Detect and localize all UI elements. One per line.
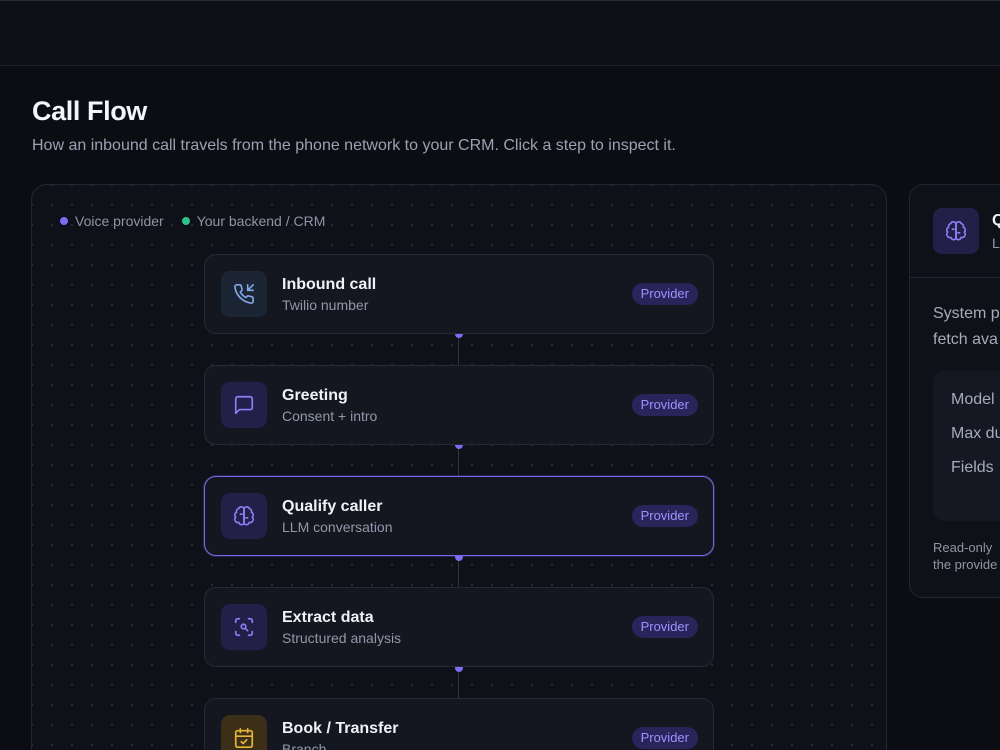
scan-search-icon <box>221 604 267 650</box>
flow-step-inbound-call[interactable]: Inbound call Twilio number Provider <box>204 254 714 334</box>
property-label: Fields <box>951 459 994 476</box>
inspector-note: Read-only the provide <box>933 539 997 573</box>
description-line: fetch ava <box>933 331 998 348</box>
flow-step-greeting[interactable]: Greeting Consent + intro Provider <box>204 365 714 445</box>
page-subtitle: How an inbound call travels from the pho… <box>32 137 676 154</box>
flow-canvas[interactable]: Voice provider Your backend / CRM Inboun… <box>31 184 887 750</box>
legend-item-backend: Your backend / CRM <box>181 213 326 229</box>
provider-badge: Provider <box>631 394 698 416</box>
inspector-description: System p fetch ava <box>933 301 1000 353</box>
step-subtitle: Branch <box>282 741 327 750</box>
step-subtitle: Consent + intro <box>282 408 378 424</box>
provider-badge: Provider <box>631 616 698 638</box>
provider-dot-icon <box>60 217 68 225</box>
property-label: Model <box>951 391 995 408</box>
step-title: Greeting <box>282 387 348 404</box>
top-bar <box>0 0 1000 66</box>
note-line: Read-only <box>933 540 993 555</box>
backend-dot-icon <box>181 217 190 225</box>
brain-icon <box>933 208 979 254</box>
connector-line <box>458 445 459 477</box>
step-title: Qualify caller <box>282 498 383 515</box>
step-title: Book / Transfer <box>282 720 399 737</box>
provider-badge: Provider <box>631 505 698 527</box>
inspector-properties: Model Max du Fields <box>933 371 1000 521</box>
provider-badge: Provider <box>631 283 698 305</box>
calendar-check-icon <box>221 715 267 750</box>
legend-item-provider: Voice provider <box>60 213 164 229</box>
inspector-panel: Q L System p fetch ava Model Max du Fiel… <box>909 184 1000 598</box>
brain-icon <box>221 493 267 539</box>
legend-label: Voice provider <box>75 213 164 229</box>
step-subtitle: LLM conversation <box>282 519 393 535</box>
message-square-icon <box>221 382 267 428</box>
page-title: Call Flow <box>32 96 147 126</box>
step-subtitle: Structured analysis <box>282 630 402 646</box>
description-line: System p <box>933 305 1000 322</box>
inspector-subtitle: L <box>992 235 1000 251</box>
property-label: Max du <box>951 425 1000 442</box>
note-line: the provide <box>933 557 998 572</box>
step-subtitle: Twilio number <box>282 297 369 313</box>
phone-incoming-icon <box>221 271 267 317</box>
inspector-header: Q L <box>910 185 1000 278</box>
inspector-title: Q <box>992 212 1000 230</box>
legend: Voice provider Your backend / CRM <box>60 213 325 229</box>
legend-label: Your backend / CRM <box>196 213 326 229</box>
connector-line <box>458 334 459 366</box>
flow-step-extract-data[interactable]: Extract data Structured analysis Provide… <box>204 587 714 667</box>
step-title: Extract data <box>282 609 374 626</box>
flow-step-book-transfer[interactable]: Book / Transfer Branch Provider <box>204 698 714 750</box>
step-title: Inbound call <box>282 276 377 293</box>
flow-step-qualify-caller[interactable]: Qualify caller LLM conversation Provider <box>204 476 714 556</box>
provider-badge: Provider <box>631 727 698 749</box>
